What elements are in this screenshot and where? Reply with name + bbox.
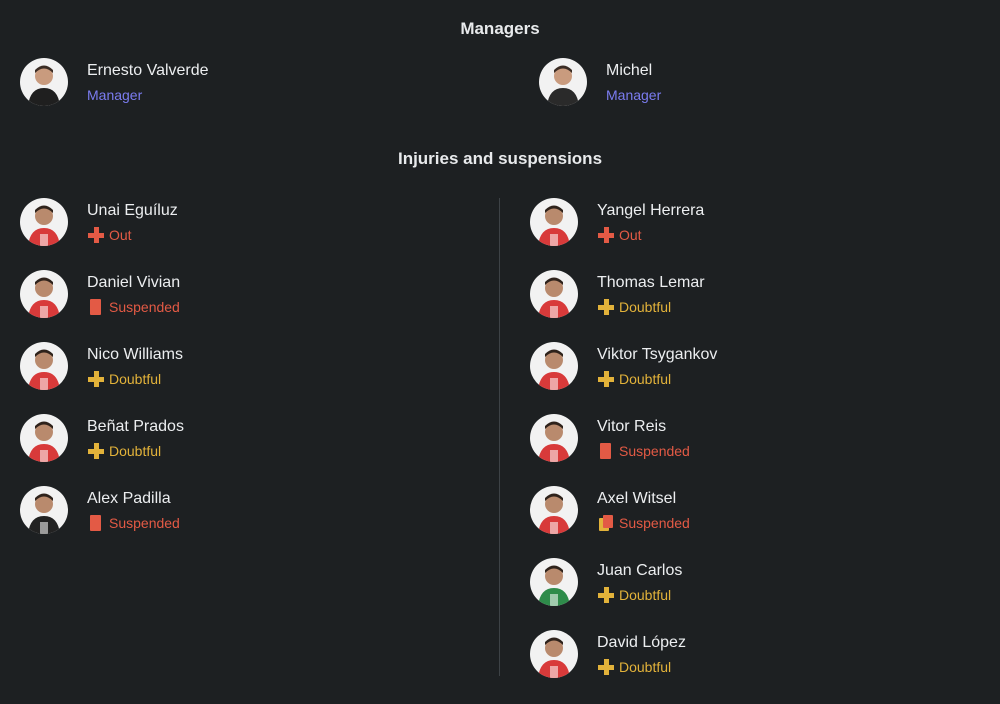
player-name: Vitor Reis xyxy=(597,418,667,435)
injury-cross-icon xyxy=(87,227,105,243)
player-status: Suspended xyxy=(87,515,180,531)
player-photo xyxy=(20,414,68,462)
red-card-icon xyxy=(87,515,105,531)
manager-role: Manager xyxy=(87,87,143,103)
status-label: Suspended xyxy=(109,299,180,315)
manager-name: Michel xyxy=(606,62,653,79)
red-card-icon xyxy=(597,443,615,459)
player-status: Doubtful xyxy=(597,299,671,315)
player-name: Viktor Tsygankov xyxy=(597,346,718,363)
player-name: Axel Witsel xyxy=(597,490,677,507)
status-label: Doubtful xyxy=(619,371,672,387)
player-name: Unai Eguíluz xyxy=(87,202,178,219)
doubtful-cross-icon xyxy=(597,299,615,315)
player-status: Out xyxy=(87,227,132,243)
player-row[interactable]: Viktor Tsygankov Doubtful xyxy=(530,342,890,390)
player-photo xyxy=(20,342,68,390)
status-label: Suspended xyxy=(109,515,180,531)
manager-card[interactable]: Michel Manager xyxy=(539,58,899,106)
player-name: Daniel Vivian xyxy=(87,274,181,291)
player-photo xyxy=(20,486,68,534)
player-row[interactable]: Daniel Vivian Suspended xyxy=(20,270,380,318)
status-label: Out xyxy=(619,227,642,243)
injury-cross-icon xyxy=(597,227,615,243)
player-row[interactable]: Nico Williams Doubtful xyxy=(20,342,380,390)
doubtful-cross-icon xyxy=(87,371,105,387)
player-status: Out xyxy=(597,227,642,243)
player-status: Doubtful xyxy=(597,587,671,603)
player-photo xyxy=(530,342,578,390)
doubtful-cross-icon xyxy=(597,587,615,603)
second-yellow-card-icon xyxy=(597,515,615,531)
doubtful-cross-icon xyxy=(87,443,105,459)
player-photo xyxy=(530,198,578,246)
manager-role: Manager xyxy=(606,87,662,103)
player-photo xyxy=(530,558,578,606)
status-label: Doubtful xyxy=(109,371,162,387)
status-label: Doubtful xyxy=(109,443,162,459)
player-row[interactable]: Yangel Herrera Out xyxy=(530,198,890,246)
player-row[interactable]: Axel Witsel Suspended xyxy=(530,486,890,534)
player-photo xyxy=(20,198,68,246)
player-name: Alex Padilla xyxy=(87,490,171,507)
player-status: Doubtful xyxy=(597,371,671,387)
player-row[interactable]: Thomas Lemar Doubtful xyxy=(530,270,890,318)
status-label: Suspended xyxy=(619,443,690,459)
player-name: Yangel Herrera xyxy=(597,202,705,219)
manager-photo xyxy=(539,58,587,106)
player-name: Beñat Prados xyxy=(87,418,184,435)
manager-photo xyxy=(20,58,68,106)
player-status: Suspended xyxy=(87,299,180,315)
player-name: Juan Carlos xyxy=(597,562,683,579)
player-status: Doubtful xyxy=(87,443,161,459)
status-label: Suspended xyxy=(619,515,690,531)
player-photo xyxy=(530,630,578,678)
column-divider xyxy=(499,198,500,676)
player-name: Nico Williams xyxy=(87,346,183,363)
player-photo xyxy=(20,270,68,318)
manager-card[interactable]: Ernesto Valverde Manager xyxy=(20,58,380,106)
doubtful-cross-icon xyxy=(597,371,615,387)
player-photo xyxy=(530,486,578,534)
player-status: Doubtful xyxy=(597,659,671,675)
doubtful-cross-icon xyxy=(597,659,615,675)
player-name: David López xyxy=(597,634,686,651)
player-status: Suspended xyxy=(597,515,690,531)
player-row[interactable]: Vitor Reis Suspended xyxy=(530,414,890,462)
player-row[interactable]: Juan Carlos Doubtful xyxy=(530,558,890,606)
status-label: Doubtful xyxy=(619,299,672,315)
status-label: Out xyxy=(109,227,132,243)
player-status: Doubtful xyxy=(87,371,161,387)
player-row[interactable]: Unai Eguíluz Out xyxy=(20,198,380,246)
player-row[interactable]: Beñat Prados Doubtful xyxy=(20,414,380,462)
status-label: Doubtful xyxy=(619,587,672,603)
player-photo xyxy=(530,270,578,318)
red-card-icon xyxy=(87,299,105,315)
player-photo xyxy=(530,414,578,462)
player-status: Suspended xyxy=(597,443,690,459)
manager-name: Ernesto Valverde xyxy=(87,62,209,79)
player-row[interactable]: Alex Padilla Suspended xyxy=(20,486,380,534)
player-name: Thomas Lemar xyxy=(597,274,705,291)
status-label: Doubtful xyxy=(619,659,672,675)
managers-heading: Managers xyxy=(460,19,540,38)
player-row[interactable]: David López Doubtful xyxy=(530,630,890,678)
injuries-heading: Injuries and suspensions xyxy=(397,149,603,168)
